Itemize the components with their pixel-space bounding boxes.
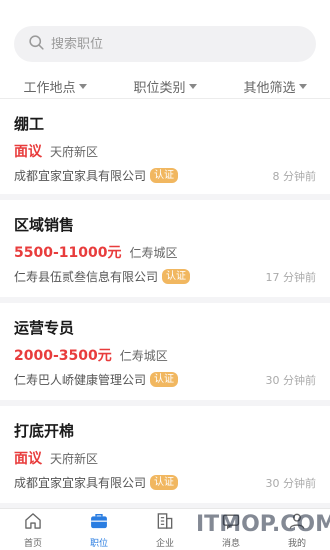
tab-home-label: 首页 xyxy=(23,538,42,549)
user-icon xyxy=(287,511,307,535)
tab-messages-label: 消息 xyxy=(221,538,240,549)
job-salary: 面议 xyxy=(14,144,42,160)
job-meta: 5500-11000元 仁寿城区 xyxy=(14,242,178,262)
home-icon xyxy=(23,511,43,535)
search-icon xyxy=(28,34,45,55)
caret-down-icon xyxy=(298,83,307,89)
caret-down-icon xyxy=(188,83,197,89)
post-time: 30 分钟前 xyxy=(265,476,317,490)
job-location: 天府新区 xyxy=(50,145,99,159)
verified-badge: 认证 xyxy=(150,372,179,387)
job-title: 打底开棉 xyxy=(14,422,75,440)
job-title: 区域销售 xyxy=(14,216,75,234)
company-row: 仁寿县伍贰叁信息有限公司 认证 17 分钟前 xyxy=(14,268,316,285)
filter-category[interactable]: 职位类别 xyxy=(110,74,220,98)
job-location: 仁寿城区 xyxy=(129,246,178,260)
verified-badge: 认证 xyxy=(150,475,179,490)
company-name: 成都宜家宜家具有限公司 xyxy=(14,169,147,183)
company-name: 仁寿县伍贰叁信息有限公司 xyxy=(14,270,159,284)
job-card[interactable]: 绷工 面议 天府新区 成都宜家宜家具有限公司 认证 8 分钟前 xyxy=(0,99,330,200)
tab-company-label: 企业 xyxy=(155,538,174,549)
company-row: 成都宜家宜家具有限公司 认证 30 分钟前 xyxy=(14,474,316,491)
job-location: 仁寿城区 xyxy=(119,349,168,363)
search-bar xyxy=(0,0,330,70)
tab-jobs[interactable]: 职位 xyxy=(66,509,132,550)
verified-badge: 认证 xyxy=(150,168,179,183)
briefcase-icon xyxy=(89,511,109,535)
job-card[interactable]: 区域销售 5500-11000元 仁寿城区 仁寿县伍贰叁信息有限公司 认证 17… xyxy=(0,200,330,303)
filter-location[interactable]: 工作地点 xyxy=(0,74,110,98)
building-icon xyxy=(155,511,175,535)
filter-location-label: 工作地点 xyxy=(23,80,76,96)
job-card[interactable]: 运营专员 2000-3500元 仁寿城区 仁寿巴人峤健康管理公司 认证 30 分… xyxy=(0,303,330,406)
job-salary: 5500-11000元 xyxy=(14,245,122,261)
job-location: 天府新区 xyxy=(50,452,99,466)
company-name: 仁寿巴人峤健康管理公司 xyxy=(14,373,147,387)
job-meta: 2000-3500元 仁寿城区 xyxy=(14,345,168,365)
tab-company[interactable]: 企业 xyxy=(132,509,198,550)
job-title: 运营专员 xyxy=(14,319,75,337)
post-time: 30 分钟前 xyxy=(265,373,317,387)
tab-messages[interactable]: 消息 xyxy=(198,509,264,550)
job-list: 绷工 面议 天府新区 成都宜家宜家具有限公司 认证 8 分钟前 区域销售 550… xyxy=(0,99,330,509)
bottom-tab-bar: 首页 职位 企业 消息 我的 xyxy=(0,508,330,550)
job-salary: 2000-3500元 xyxy=(14,348,112,364)
post-time: 8 分钟前 xyxy=(272,169,317,183)
job-card[interactable]: 打底开棉 面议 天府新区 成都宜家宜家具有限公司 认证 30 分钟前 xyxy=(0,406,330,509)
tab-jobs-label: 职位 xyxy=(89,538,108,549)
job-meta: 面议 天府新区 xyxy=(14,141,98,161)
verified-badge: 认证 xyxy=(162,269,191,284)
filter-other[interactable]: 其他筛选 xyxy=(220,74,330,98)
job-salary: 面议 xyxy=(14,451,42,467)
job-title: 绷工 xyxy=(14,115,45,133)
post-time: 17 分钟前 xyxy=(265,270,317,284)
company-row: 成都宜家宜家具有限公司 认证 8 分钟前 xyxy=(14,167,316,184)
company-name: 成都宜家宜家具有限公司 xyxy=(14,476,147,490)
tab-profile-label: 我的 xyxy=(287,538,306,549)
message-icon xyxy=(221,511,241,535)
caret-down-icon xyxy=(78,83,87,89)
search-input[interactable] xyxy=(51,36,291,52)
company-row: 仁寿巴人峤健康管理公司 认证 30 分钟前 xyxy=(14,371,316,388)
search-box[interactable] xyxy=(14,26,316,62)
tab-home[interactable]: 首页 xyxy=(0,509,66,550)
filter-bar: 工作地点 职位类别 其他筛选 xyxy=(0,74,330,98)
filter-other-label: 其他筛选 xyxy=(243,80,296,96)
job-meta: 面议 天府新区 xyxy=(14,448,98,468)
filter-category-label: 职位类别 xyxy=(133,80,186,96)
tab-profile[interactable]: 我的 xyxy=(264,509,330,550)
